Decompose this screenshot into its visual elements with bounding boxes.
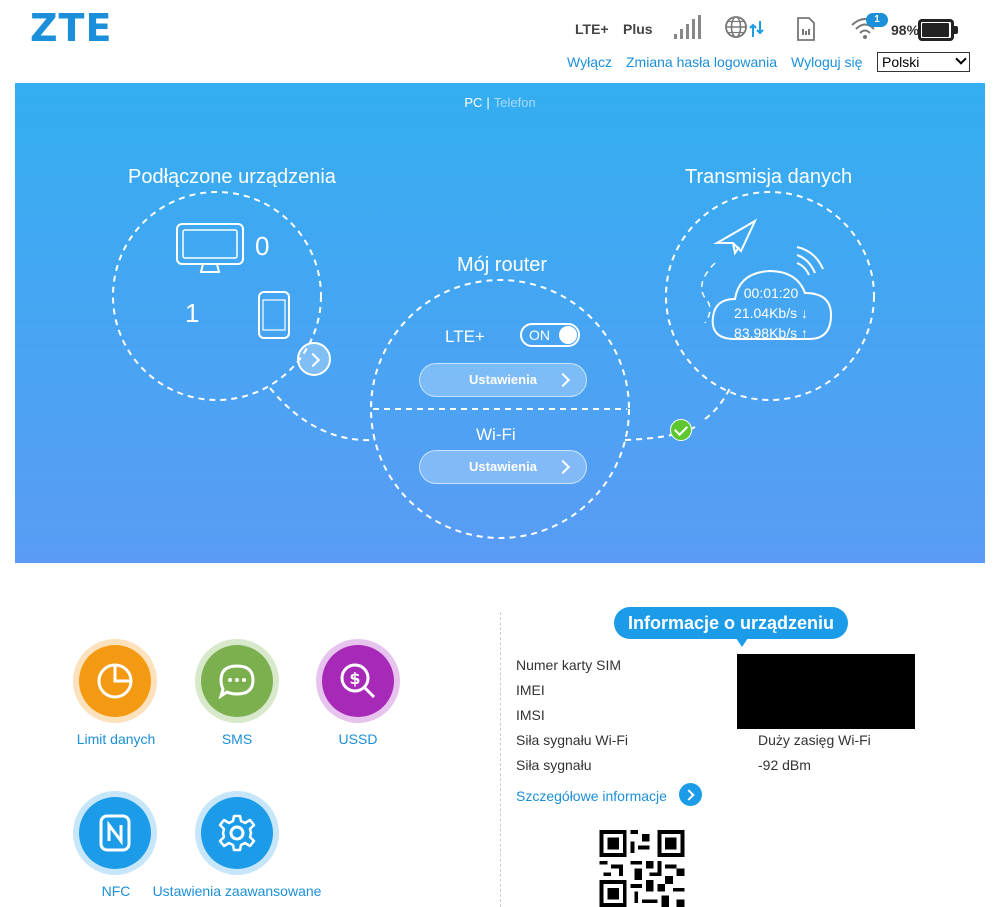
signal-strength-icon: [673, 15, 701, 39]
dollar-search-icon: $: [340, 663, 376, 699]
nfc-label[interactable]: NFC: [76, 883, 156, 899]
wifi-clients-badge: 1: [866, 13, 888, 27]
lte-settings-button[interactable]: Ustawienia: [419, 363, 587, 397]
advanced-settings-label[interactable]: Ustawienia zaawansowane: [152, 883, 322, 899]
signal-strength-key: Siła sygnału: [516, 757, 592, 773]
chat-bubble-icon: [218, 664, 255, 700]
data-limit-button[interactable]: [73, 639, 157, 723]
redacted-identifiers: [737, 654, 915, 729]
my-router-title: Mój router: [457, 254, 548, 276]
sim-card-icon: [797, 17, 815, 41]
qr-code-icon: [599, 830, 685, 907]
sms-button[interactable]: [195, 639, 279, 723]
device-info-title: Informacje o urządzeniu: [614, 607, 849, 647]
section-divider: [500, 612, 501, 907]
change-password-link[interactable]: Zmiana hasła logowania: [626, 54, 777, 70]
svg-text:$: $: [349, 669, 360, 688]
details-arrow-button[interactable]: [679, 783, 702, 806]
wifi-signal-key: Siła sygnału Wi-Fi: [516, 732, 629, 748]
logout-link[interactable]: Wyloguj się: [791, 54, 862, 70]
gear-icon: [218, 814, 256, 852]
phone-icon: [258, 291, 290, 339]
connected-devices-arrow-button[interactable]: [297, 342, 331, 376]
ussd-label[interactable]: USSD: [318, 731, 398, 747]
battery-icon: [918, 19, 958, 41]
upload-speed: 83.98Kb/s ↑: [734, 325, 808, 341]
wifi-signal-value: Duży zasięg Wi-Fi: [758, 732, 871, 748]
operator-label: Plus: [623, 21, 653, 37]
signal-strength-value: -92 dBm: [758, 757, 811, 773]
data-limit-label[interactable]: Limit danych: [76, 731, 156, 747]
imsi-key: IMSI: [516, 707, 545, 723]
status-banner: PC | Telefon Podłączone urządzenia 0 1 Mój…: [15, 83, 985, 563]
advanced-settings-button[interactable]: [195, 791, 279, 875]
ussd-button[interactable]: $: [316, 639, 400, 723]
chevron-right-icon: [555, 459, 571, 475]
download-speed: 21.04Kb/s ↓: [734, 305, 808, 321]
lte-label: LTE+: [445, 327, 485, 346]
wifi-settings-button[interactable]: Ustawienia: [419, 450, 587, 484]
connected-devices-title: Podłączone urządzenia: [128, 166, 336, 188]
connection-ok-icon: [670, 419, 692, 441]
monitor-icon: [176, 223, 244, 273]
zte-logo: ZTE: [30, 6, 113, 50]
connection-time: 00:01:20: [743, 285, 799, 301]
lte-toggle-label: ON: [529, 327, 550, 343]
globe-data-icon: [725, 16, 764, 38]
details-link[interactable]: Szczegółowe informacje: [516, 788, 667, 804]
wifi-label: Wi-Fi: [476, 425, 516, 444]
sim-number-key: Numer karty SIM: [516, 657, 622, 673]
lte-settings-label: Ustawienia: [469, 372, 537, 387]
nfc-icon: [99, 814, 131, 852]
imei-key: IMEI: [516, 682, 545, 698]
wired-devices-count: 0: [255, 231, 270, 261]
lte-toggle[interactable]: ON: [520, 323, 580, 347]
battery-percent: 98%: [891, 22, 920, 38]
sms-label[interactable]: SMS: [197, 731, 277, 747]
nfc-button[interactable]: [73, 791, 157, 875]
wireless-devices-count: 1: [185, 298, 200, 328]
language-select-value: Polski: [882, 54, 920, 70]
wifi-settings-label: Ustawienia: [469, 459, 537, 474]
chevron-down-icon: [955, 53, 967, 65]
power-off-link[interactable]: Wyłącz: [567, 54, 612, 70]
network-type-label: LTE+: [575, 21, 609, 37]
data-transfer-title: Transmisja danych: [685, 166, 853, 188]
pie-chart-icon: [97, 663, 133, 699]
language-select[interactable]: Polski: [877, 52, 970, 72]
chevron-right-icon: [555, 372, 571, 388]
